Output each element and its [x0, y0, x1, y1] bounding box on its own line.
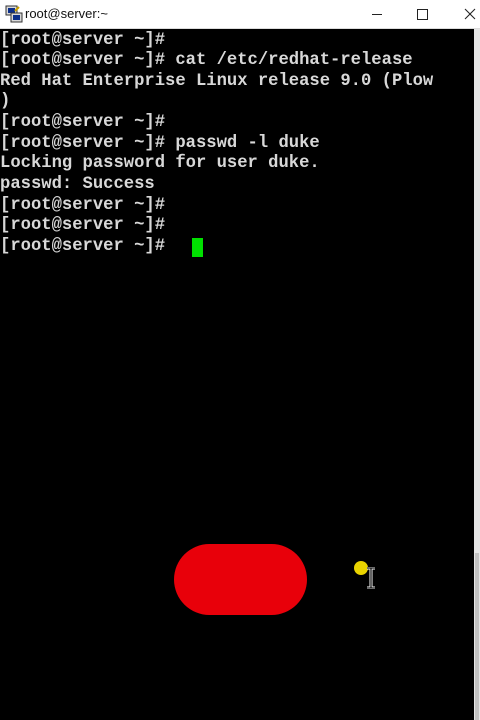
terminal-line: Locking password for user duke.	[0, 154, 320, 173]
terminal-line: )	[0, 92, 11, 111]
terminal-line: passwd: Success	[0, 175, 155, 194]
minimize-button[interactable]	[354, 0, 400, 29]
terminal-line: [root@server ~]#	[0, 237, 166, 256]
terminal-output[interactable]: [root@server ~]# [root@server ~]# cat /e…	[0, 29, 474, 720]
text-cursor-icon	[364, 566, 378, 590]
window-title: root@server:~	[25, 6, 108, 21]
terminal-line: Red Hat Enterprise Linux release 9.0 (Pl…	[0, 72, 434, 91]
vertical-scrollbar[interactable]	[474, 29, 480, 720]
terminal-line: [root@server ~]# passwd -l duke	[0, 134, 320, 153]
record-button[interactable]	[174, 544, 307, 615]
terminal-line: [root@server ~]#	[0, 196, 166, 215]
terminal-line: [root@server ~]# cat /etc/redhat-release	[0, 51, 413, 70]
putty-terminal-icon	[5, 5, 23, 23]
close-button[interactable]	[444, 0, 480, 29]
maximize-button[interactable]	[398, 0, 444, 29]
title-bar[interactable]: root@server:~	[0, 0, 480, 29]
close-icon	[464, 8, 476, 20]
minimize-icon	[372, 14, 382, 15]
scrollbar-thumb[interactable]	[475, 553, 479, 720]
maximize-icon	[417, 9, 428, 20]
terminal-window: root@server:~ [root@server ~]# [root@ser…	[0, 0, 480, 720]
terminal-line: [root@server ~]#	[0, 31, 166, 50]
terminal-line: [root@server ~]#	[0, 216, 166, 235]
terminal-line: [root@server ~]#	[0, 113, 166, 132]
terminal-cursor	[192, 238, 203, 257]
